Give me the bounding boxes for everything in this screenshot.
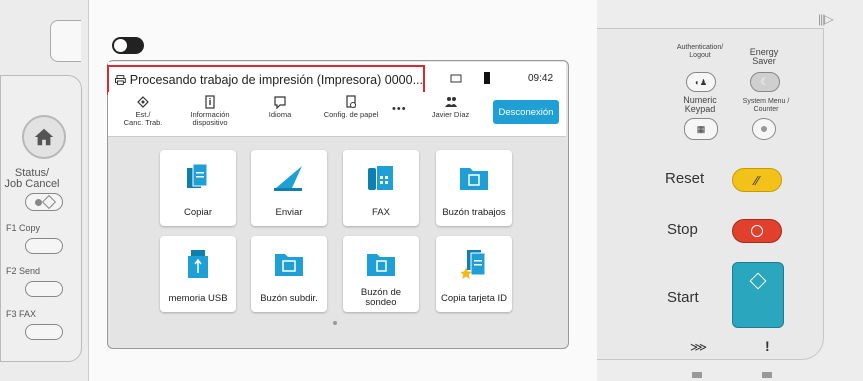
tile-fax-label: FAX <box>372 207 390 218</box>
stop-icon <box>751 225 763 237</box>
lock-icon <box>114 39 127 52</box>
tile-polling-box-label: Buzón de sondeo <box>360 287 402 308</box>
stop-label: Stop <box>667 221 698 238</box>
clock: 09:42 <box>528 73 554 84</box>
device-info-icon <box>205 95 215 109</box>
authentication-logout-button[interactable]: ◐♟ <box>686 72 716 92</box>
device-info-label: Información dispositivo <box>190 110 230 127</box>
panel-tab-icon: |||▷ <box>818 12 834 26</box>
start-label: Start <box>667 289 699 306</box>
authentication-logout-label: Authentication/ Logout <box>676 44 724 59</box>
energy-saver-label: Energy Saver <box>749 47 779 66</box>
numeric-keypad-label: Numeric Keypad <box>683 95 717 114</box>
f3-fax-button[interactable] <box>25 324 63 340</box>
polling-box-icon <box>367 254 395 276</box>
tile-send-label: Enviar <box>275 207 303 218</box>
logout-button[interactable]: Desconexión <box>493 100 559 124</box>
start-button[interactable] <box>732 262 784 328</box>
keypad-icon: ▦ <box>696 123 706 134</box>
f1-copy-label: F1 Copy <box>6 223 41 233</box>
tile-copy-label: Copiar <box>184 207 212 218</box>
paper-settings-label: Config. de papel <box>323 110 379 119</box>
tile-id-card-copy[interactable]: Copia tarjeta ID <box>436 236 512 312</box>
device-info-button[interactable]: Información dispositivo <box>180 95 240 127</box>
subaddress-box-icon <box>275 254 303 276</box>
system-menu-counter-button[interactable] <box>752 118 776 140</box>
panel-slot <box>50 20 81 62</box>
tile-job-box-label: Buzón trabajos <box>442 207 506 218</box>
job-cancel-icon <box>41 194 56 210</box>
status-message-box[interactable]: Procesando trabajo de impresión (Impreso… <box>107 65 425 95</box>
f1-copy-button[interactable] <box>25 238 63 254</box>
reset-label: Reset <box>665 170 705 187</box>
id-card-copy-icon <box>461 250 486 279</box>
status-icon <box>34 198 42 206</box>
job-status-label: Est./ Canc. Trab. <box>123 110 163 127</box>
printer-icon <box>115 75 126 85</box>
start-icon <box>749 272 767 290</box>
f2-send-label: F2 Send <box>6 266 41 276</box>
usb-icon <box>188 250 208 278</box>
system-menu-label: System Menu / Counter <box>742 98 790 113</box>
moon-icon: ☾ <box>760 76 770 88</box>
job-box-icon <box>460 168 488 190</box>
status-job-cancel-label: Status/ Job Cancel <box>4 167 60 190</box>
f3-fax-label: F3 FAX <box>6 309 37 319</box>
attention-indicator-icon: ! <box>765 338 770 354</box>
language-label: Idioma <box>268 110 292 119</box>
reset-button[interactable]: ⁄⁄ <box>732 168 782 192</box>
language-icon <box>274 96 286 109</box>
tile-copy[interactable]: Copiar <box>160 150 236 226</box>
job-status-cancel-button[interactable]: Est./ Canc. Trab. <box>113 95 173 127</box>
status-message: Procesando trabajo de impresión (Impreso… <box>129 73 423 87</box>
paper-settings-icon <box>346 95 356 108</box>
fax-icon <box>368 166 393 190</box>
home-icon <box>34 128 54 146</box>
paper-settings-button[interactable]: Config. de papel <box>315 95 387 119</box>
tile-polling-box[interactable]: Buzón de sondeo <box>343 236 419 312</box>
authentication-icon: ◐♟ <box>694 77 707 87</box>
tile-subaddress-box[interactable]: Buzón subdir. <box>251 236 327 312</box>
network-icon <box>450 74 462 83</box>
copy-icon <box>187 164 208 188</box>
tile-usb[interactable]: memoria USB <box>160 236 236 312</box>
toner-icon <box>484 72 490 84</box>
tile-subaddress-box-label: Buzón subdir. <box>260 293 318 304</box>
user-name: Javier Díaz <box>431 110 470 119</box>
data-indicator-icon: ⋙ <box>690 340 708 354</box>
user-button[interactable]: Javier Díaz <box>423 95 478 119</box>
job-status-icon <box>137 96 149 108</box>
page-indicator <box>333 321 337 325</box>
energy-saver-button[interactable]: ☾ <box>750 72 780 92</box>
system-menu-icon <box>761 126 767 132</box>
numeric-keypad-button[interactable]: ▦ <box>684 118 718 140</box>
status-job-cancel-button[interactable] <box>25 193 63 211</box>
tile-fax[interactable]: FAX <box>343 150 419 226</box>
stop-button[interactable] <box>732 219 782 243</box>
indicator-led-2 <box>762 372 772 378</box>
indicator-led-1 <box>692 372 702 378</box>
language-button[interactable]: Idioma <box>250 95 310 119</box>
tile-id-card-copy-label: Copia tarjeta ID <box>440 293 507 304</box>
tile-job-box[interactable]: Buzón trabajos <box>436 150 512 226</box>
send-icon <box>274 166 302 191</box>
tile-send[interactable]: Enviar <box>251 150 327 226</box>
f2-send-button[interactable] <box>25 281 63 297</box>
more-button[interactable]: ••• <box>392 103 407 115</box>
home-button[interactable] <box>22 115 66 159</box>
tile-usb-label: memoria USB <box>168 293 228 304</box>
reset-icon: ⁄⁄ <box>754 172 760 188</box>
lock-toggle[interactable] <box>112 37 144 54</box>
user-icon <box>444 97 457 107</box>
